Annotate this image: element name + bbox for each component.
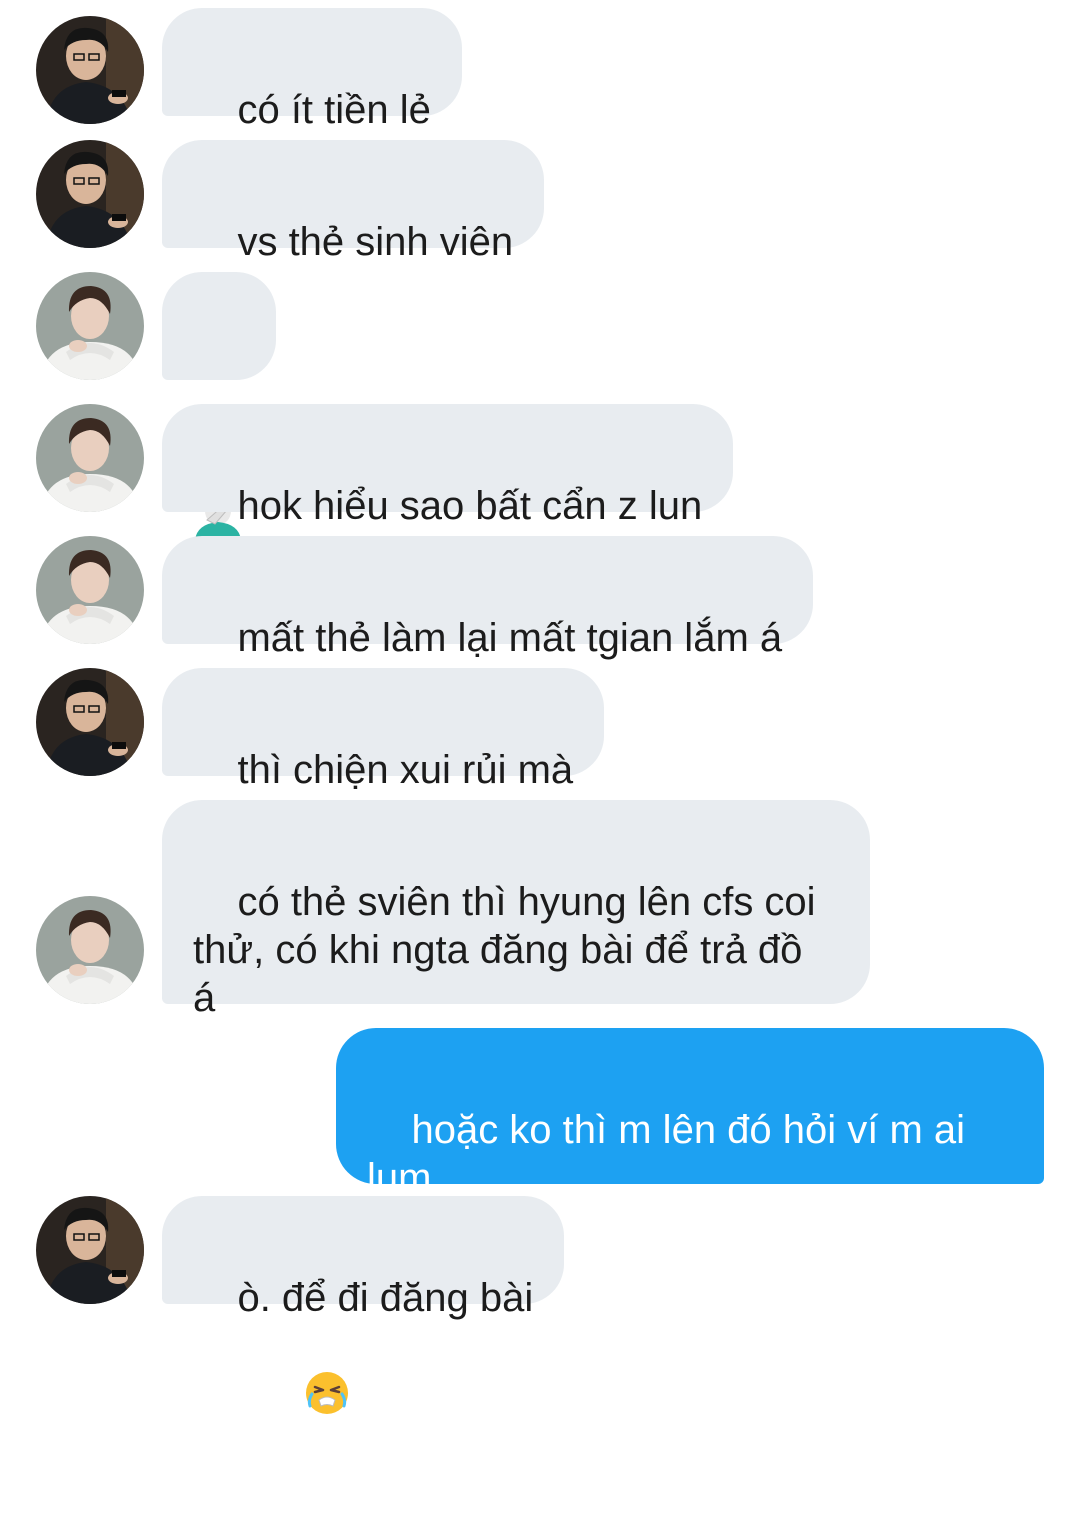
message-bubble-incoming[interactable]: thì chiện xui rủi mà: [162, 668, 605, 792]
avatar-contact-b-image: [36, 404, 144, 512]
message-bubble-outgoing[interactable]: hoặc ko thì m lên đó hỏi ví m ai lụm: [336, 1028, 1044, 1286]
avatar-contact-b-image: [36, 896, 144, 1004]
message-text: mất thẻ làm lại mất tgian lắm á: [237, 616, 783, 660]
message-text: hok hiểu sao bất cẩn z lun: [237, 484, 703, 528]
avatar-contact-a[interactable]: [36, 16, 144, 124]
avatar-contact-a-image: [36, 1196, 144, 1304]
avatar-contact-a[interactable]: [36, 668, 144, 776]
message-bubble-incoming[interactable]: hok hiểu sao bất cẩn z lun: [162, 404, 734, 528]
avatar-contact-b[interactable]: [36, 404, 144, 512]
avatar-contact-a[interactable]: [36, 1196, 144, 1304]
message-text: thì chiện xui rủi mà: [237, 748, 574, 792]
avatar-contact-b[interactable]: [36, 272, 144, 380]
message-bubble-incoming[interactable]: mất thẻ làm lại mất tgian lắm á: [162, 536, 814, 660]
message-text: vs thẻ sinh viên: [237, 220, 514, 264]
avatar-contact-b[interactable]: [36, 896, 144, 1004]
avatar-contact-a-image: [36, 140, 144, 248]
message-text: ò. để đi đăng bài: [237, 1276, 534, 1320]
crying-face-emoji: [237, 1322, 350, 1475]
message-bubble-incoming[interactable]: ò. để đi đăng bài: [162, 1196, 565, 1414]
message-text: có thẻ sviên thì hyung lên cfs coi thử, …: [193, 880, 816, 1020]
message-text: hoặc ko thì m lên đó hỏi ví m ai lụm: [367, 1108, 966, 1200]
message-bubble-incoming[interactable]: có thẻ sviên thì hyung lên cfs coi thử, …: [162, 800, 870, 1020]
avatar-contact-a[interactable]: [36, 140, 144, 248]
avatar-contact-b[interactable]: [36, 536, 144, 644]
avatar-contact-a-image: [36, 668, 144, 776]
avatar-contact-b-image: [36, 536, 144, 644]
avatar-contact-b-image: [36, 272, 144, 380]
message-bubble-incoming[interactable]: có ít tiền lẻ: [162, 8, 462, 132]
avatar-contact-a-image: [36, 16, 144, 124]
message-text: có ít tiền lẻ: [237, 88, 431, 132]
message-bubble-incoming[interactable]: vs thẻ sinh viên: [162, 140, 545, 264]
message-bubble-incoming[interactable]: [162, 272, 276, 540]
